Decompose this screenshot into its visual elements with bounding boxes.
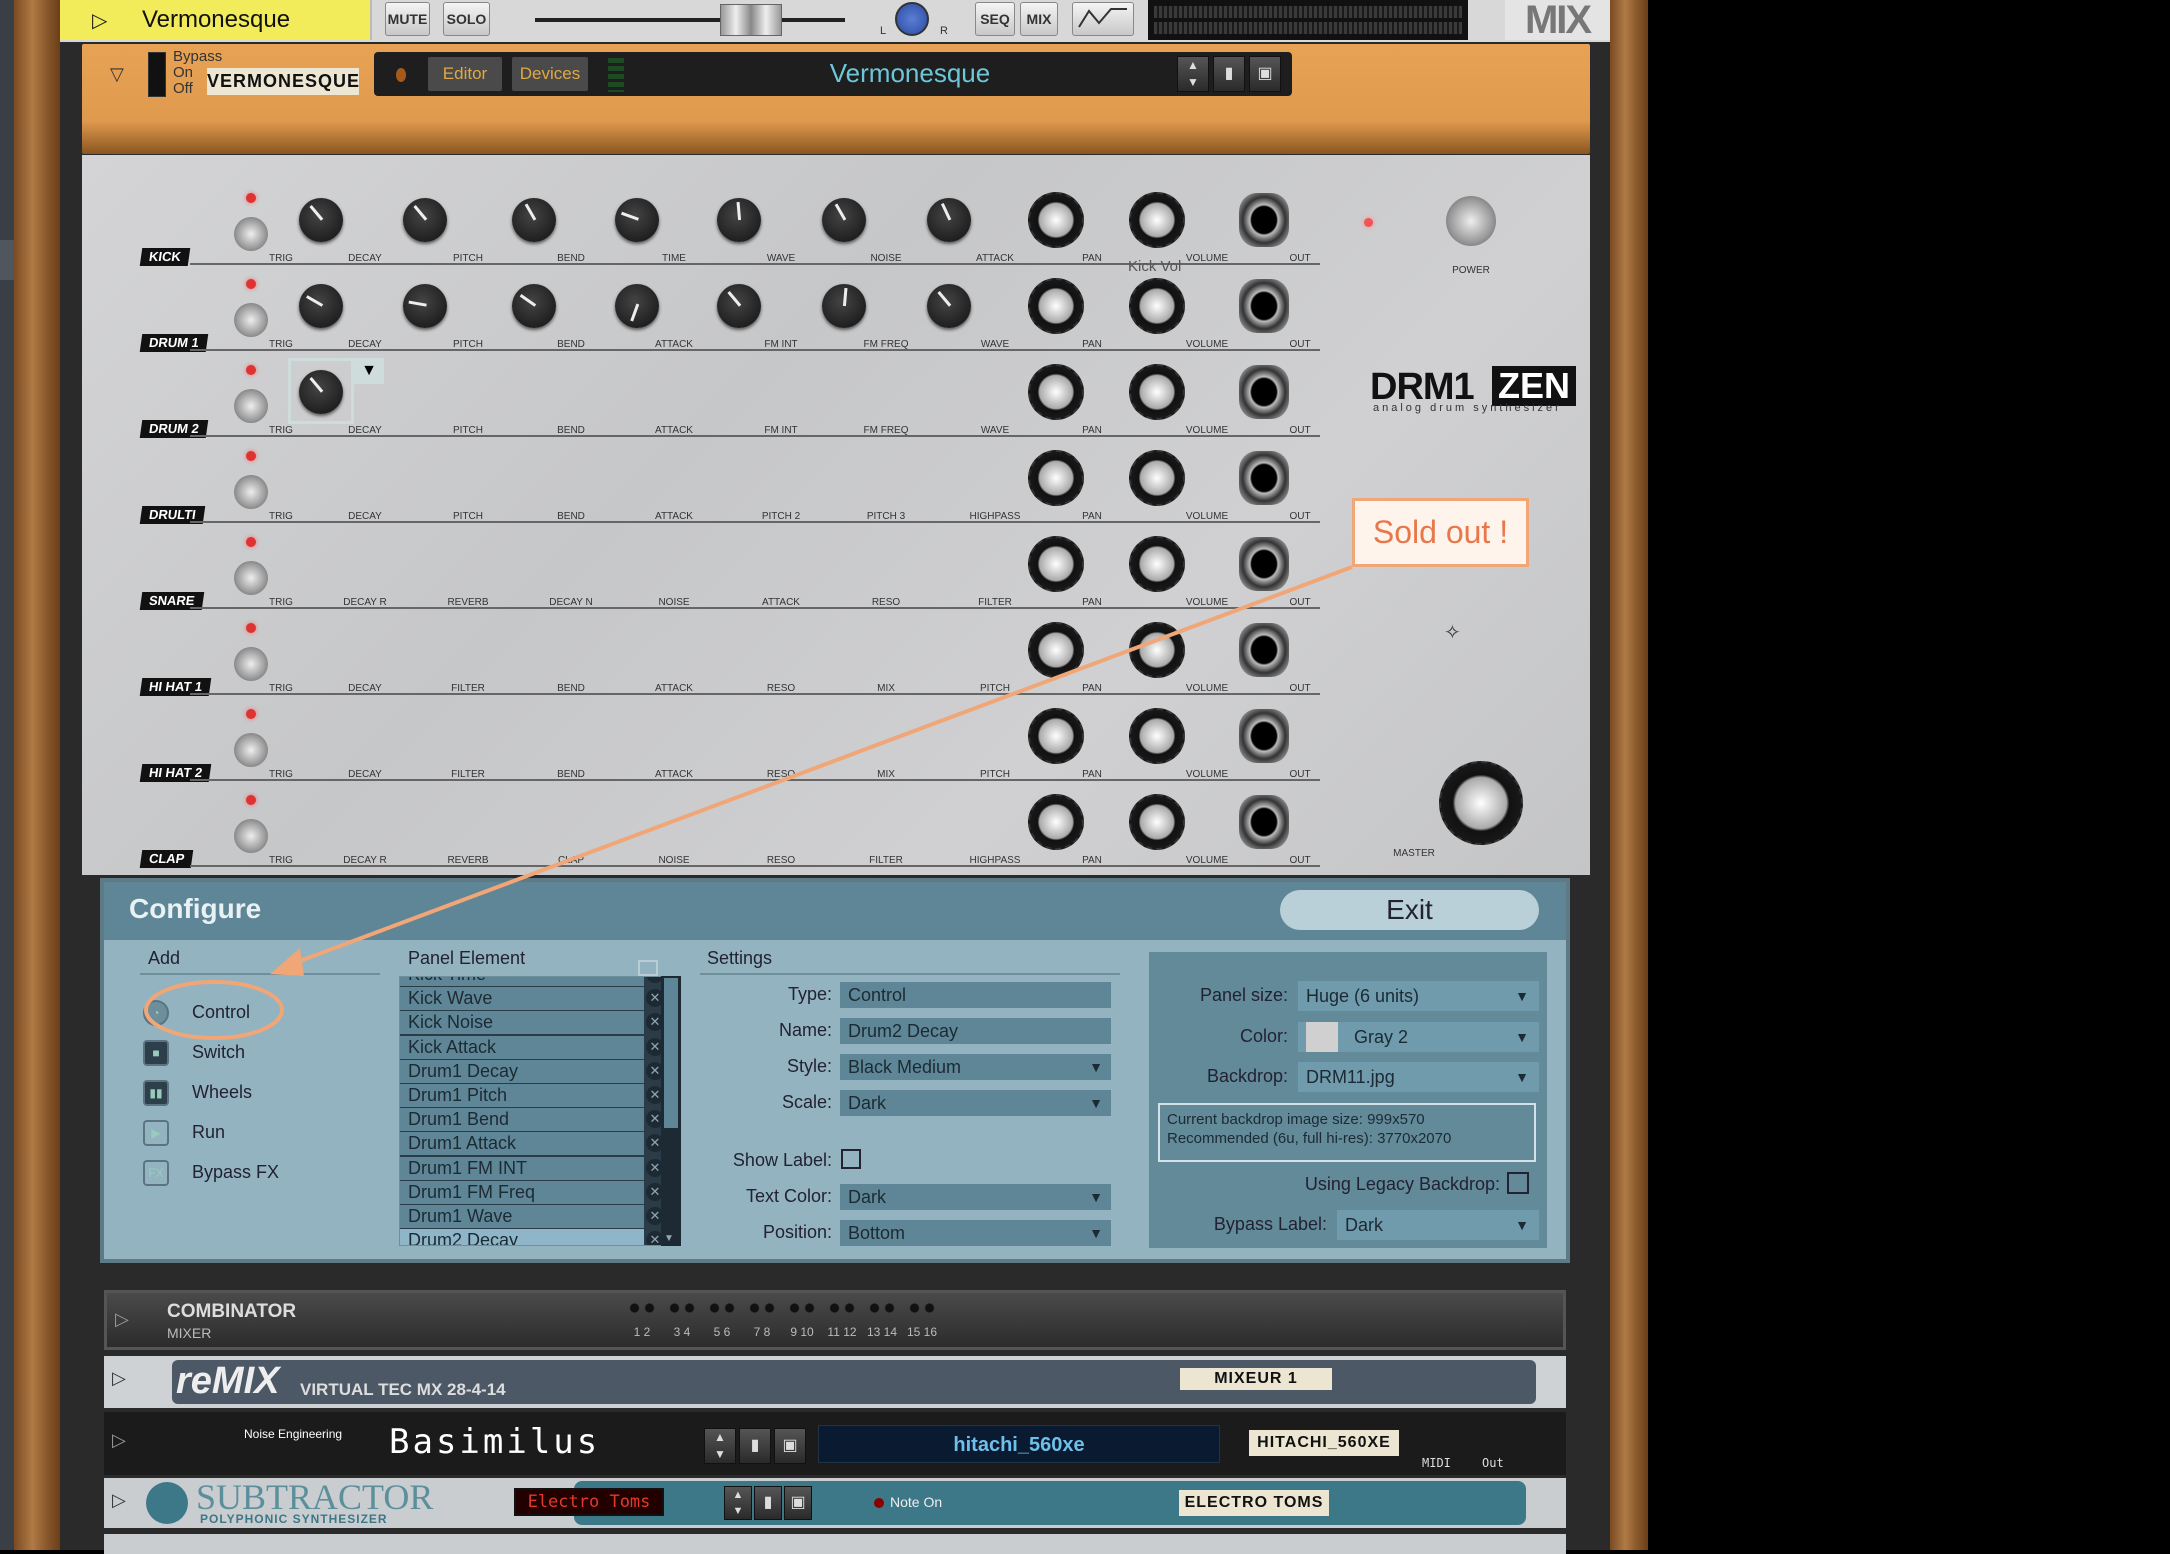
arrowhead-icon: [270, 948, 304, 976]
annotation-overlay: [144, 565, 1353, 1040]
annotation-circle: [144, 980, 284, 1040]
annotation-callout: Sold out !: [1352, 498, 1529, 567]
annotation-arrow: [291, 565, 1353, 966]
